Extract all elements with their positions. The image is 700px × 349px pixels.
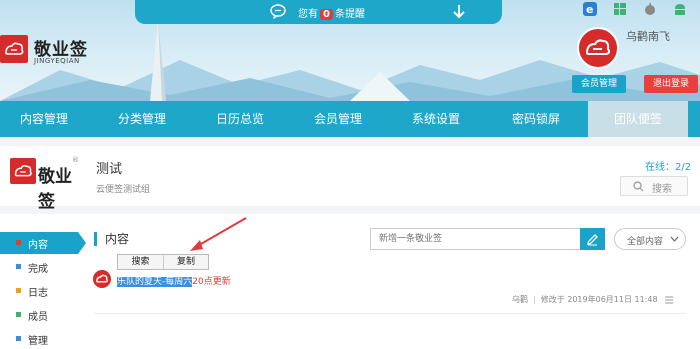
blue-dot-icon [16,336,21,341]
logout-button[interactable]: 退出登录 [644,75,698,93]
user-avatar[interactable] [577,27,619,69]
nav-item-settings[interactable]: 系统设置 [392,101,480,137]
search-icon [633,181,644,192]
content-filter-select[interactable]: 全部内容 [614,228,686,250]
pencil-icon [587,234,598,246]
sidebar-item-label: 管理 [28,336,48,347]
nav-item-categories[interactable]: 分类管理 [98,101,186,137]
sidebar-item-manage[interactable]: 管理 [0,328,78,349]
edit-button[interactable] [580,228,605,250]
registered-mark: ® [72,156,79,164]
member-management-button[interactable]: 会员管理 [572,75,626,93]
sidebar-item-members[interactable]: 成员 [0,304,78,326]
notice-text: 您有 0 条提醒 [298,5,365,20]
apple-icon[interactable] [643,2,657,16]
nav-item-calendar[interactable]: 日历总览 [196,101,284,137]
team-search-label: 搜索 [652,184,672,195]
team-description: 云便签测试组 [96,185,151,195]
svg-text:e: e [586,3,593,16]
team-logo: 敬业签 ® [10,154,79,212]
popup-copy-button[interactable]: 复制 [164,255,208,269]
sidebar-item-content[interactable]: 内容 [0,232,86,254]
team-search-button[interactable]: 搜索 [620,176,688,196]
sidebar-item-log[interactable]: 日志 [0,280,78,302]
note-selected-text: 乐队的夏天-每周六 [117,277,193,287]
brand-logo-icon [0,35,28,63]
ie-icon[interactable]: e [583,2,597,16]
blue-dot-icon [16,264,21,269]
note-author: 乌鹳 [512,295,528,304]
nav-item-content[interactable]: 内容管理 [0,101,88,137]
user-name: 乌鹳南飞 [626,30,670,43]
arrow-down-icon[interactable] [451,3,467,21]
notice-suffix: 条提醒 [334,9,365,20]
windows-icon[interactable] [613,2,627,16]
red-dot-icon [16,240,21,245]
team-title: 测试 [96,162,123,177]
team-logo-text: 敬业签 [38,167,72,212]
brand-subtitle: JINGYEQIAN [34,57,80,65]
popup-search-button[interactable]: 搜索 [118,255,164,269]
note-modified: 修改于 2019年06月11日 11:48 [540,295,658,304]
online-count[interactable]: 在线：2/2 [645,158,691,173]
sidebar-item-done[interactable]: 完成 [0,256,78,278]
team-card: 敬业签 ® 测试 云便签测试组 在线：2/2 搜索 [0,146,700,212]
notice-bar[interactable]: 您有 0 条提醒 [135,0,502,24]
section-title: 内容 [94,232,129,246]
notice-count-badge: 0 [320,9,333,20]
nav-item-members[interactable]: 会员管理 [294,101,382,137]
note-author-avatar [93,270,111,288]
sidebar-item-label: 日志 [28,288,48,299]
nav-item-lock[interactable]: 密码锁屏 [490,101,582,137]
content-area: 内容 完成 日志 成员 管理 内容 全部内容 搜索 [0,214,700,349]
filter-label: 全部内容 [627,237,664,247]
nav-item-team-notes[interactable]: 团队便签 [588,101,688,137]
sidebar-item-label: 完成 [28,264,48,275]
notice-prefix: 您有 [298,9,318,20]
chat-bubble-icon [270,4,286,19]
header-banner: 您有 0 条提醒 敬业签 JINGYEQIAN e 乌鹳南飞 会员管理 退出登录 [0,0,700,101]
android-icon[interactable] [673,2,687,16]
divider [94,313,686,314]
team-logo-icon [10,158,36,184]
selection-popup: 搜索 复制 [117,254,209,270]
sidebar-item-label: 成员 [28,312,48,323]
more-options-icon[interactable] [664,295,674,305]
note-text[interactable]: 乐队的夏天-每周六20点更新 [117,274,231,287]
note-rest-text: 20点更新 [192,277,231,287]
chevron-down-icon [670,236,679,242]
sidebar-item-label: 内容 [28,240,48,251]
green-dot-icon [16,312,21,317]
main-nav: 内容管理 分类管理 日历总览 会员管理 系统设置 密码锁屏 团队便签 [0,101,700,137]
orange-dot-icon [16,288,21,293]
note-meta: 乌鹳 | 修改于 2019年06月11日 11:48 [512,295,658,304]
new-note-input[interactable] [370,228,580,250]
